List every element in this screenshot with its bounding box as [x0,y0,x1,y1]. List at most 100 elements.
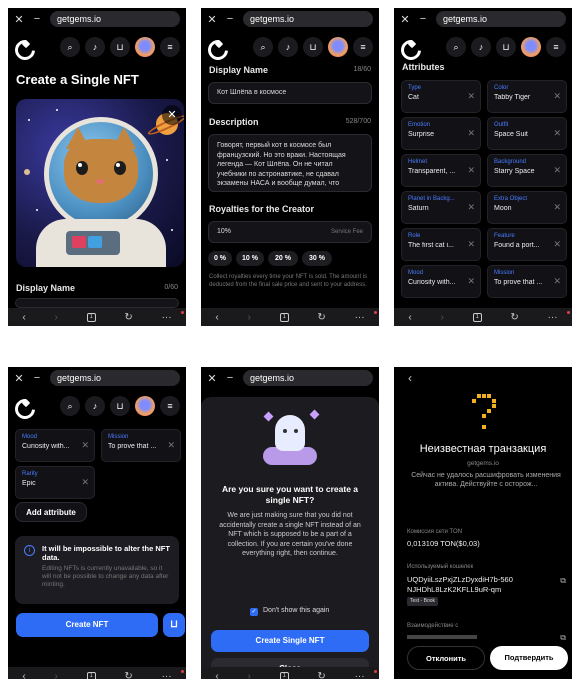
remove-icon[interactable]: ✕ [553,202,561,213]
forward-icon[interactable]: › [248,312,251,323]
remove-icon[interactable]: ✕ [553,128,561,139]
bell-icon[interactable]: ♪ [85,37,105,57]
remove-icon[interactable]: ✕ [81,477,89,488]
close-tab-icon[interactable]: ✕ [207,13,217,26]
menu-icon[interactable]: ≡ [353,37,373,57]
minimize-icon[interactable]: − [225,13,235,25]
minimize-icon[interactable]: − [225,372,235,384]
decline-button[interactable]: Отклонить [407,646,485,670]
remove-icon[interactable]: ✕ [467,239,475,250]
avatar[interactable] [135,37,155,57]
url-field[interactable]: getgems.io [243,370,373,386]
create-nft-button[interactable]: Create NFT [16,613,158,637]
search-icon[interactable]: ⌕ [253,37,273,57]
attribute-chip[interactable]: Planet in Backg... Saturn ✕ [401,191,481,224]
minimize-icon[interactable]: − [32,372,42,384]
reload-icon[interactable]: ↻ [124,671,132,679]
checkbox[interactable]: ✓ [250,608,258,616]
menu-icon[interactable]: ≡ [160,396,180,416]
remove-icon[interactable]: ✕ [553,276,561,287]
attribute-chip[interactable]: Feature Found a port... ✕ [487,228,567,261]
menu-icon[interactable]: ≡ [546,37,566,57]
remove-icon[interactable]: ✕ [467,91,475,102]
create-single-nft-button[interactable]: Create Single NFT [211,630,369,652]
close-tab-icon[interactable]: ✕ [14,13,24,26]
more-icon[interactable]: ··· [162,671,172,679]
getgems-logo-icon[interactable] [14,397,32,415]
confirm-button[interactable]: Подтвердить [490,646,568,670]
display-name-input[interactable] [15,298,179,308]
remove-icon[interactable]: ✕ [81,440,89,451]
description-input[interactable]: Говорят, первый кот в космосе был францу… [208,134,372,192]
forward-icon[interactable]: › [441,312,444,323]
forward-icon[interactable]: › [55,312,58,323]
royalty-pill-20[interactable]: 20 % [268,251,298,266]
cart-icon[interactable]: ⊔ [110,37,130,57]
bell-icon[interactable]: ♪ [85,396,105,416]
avatar[interactable] [328,37,348,57]
attribute-chip[interactable]: Rarity Epic ✕ [15,466,95,499]
forward-icon[interactable]: › [248,671,251,679]
attribute-chip[interactable]: Mood Curiosity with... ✕ [401,265,481,298]
cart-icon[interactable]: ⊔ [303,37,323,57]
copy-icon[interactable]: ⧉ [560,576,566,586]
bell-icon[interactable]: ♪ [471,37,491,57]
remove-icon[interactable]: ✕ [467,128,475,139]
royalty-input[interactable]: 10% Service Fee [208,221,372,243]
add-attribute-button[interactable]: Add attribute [15,502,87,522]
attribute-chip[interactable]: Helmet Transparent, ... ✕ [401,154,481,187]
forward-icon[interactable]: › [55,671,58,679]
minimize-icon[interactable]: − [418,13,428,25]
reload-icon[interactable]: ↻ [124,312,132,323]
reload-icon[interactable]: ↻ [510,312,518,323]
attribute-chip[interactable]: Mission To prove that ... ✕ [101,429,181,462]
attribute-chip[interactable]: Outfit Space Suit ✕ [487,117,567,150]
copy-icon[interactable]: ⧉ [560,633,566,643]
attribute-chip[interactable]: Role The first cat i... ✕ [401,228,481,261]
attribute-chip[interactable]: Color Tabby Tiger ✕ [487,80,567,113]
attribute-chip[interactable]: Type Cat ✕ [401,80,481,113]
remove-icon[interactable]: ✕ [553,239,561,250]
close-tab-icon[interactable]: ✕ [400,13,410,26]
back-icon[interactable]: ‹ [215,671,218,679]
bell-icon[interactable]: ♪ [278,37,298,57]
tabs-icon[interactable]: 1 [279,671,289,679]
royalty-pill-0[interactable]: 0 % [208,251,232,266]
remove-icon[interactable]: ✕ [553,91,561,102]
search-icon[interactable]: ⌕ [60,37,80,57]
avatar[interactable] [135,396,155,416]
attribute-chip[interactable]: Mood Curiosity with... ✕ [15,429,95,462]
back-icon[interactable]: ‹ [22,671,25,679]
back-icon[interactable]: ‹ [408,371,412,385]
tabs-icon[interactable]: 1 [86,671,96,679]
getgems-logo-icon[interactable] [400,38,418,56]
close-tab-icon[interactable]: ✕ [207,372,217,385]
remove-icon[interactable]: ✕ [467,165,475,176]
search-icon[interactable]: ⌕ [446,37,466,57]
remove-icon[interactable]: ✕ [467,276,475,287]
remove-icon[interactable]: ✕ [467,202,475,213]
tabs-icon[interactable]: 1 [279,312,289,322]
minimize-icon[interactable]: − [32,13,42,25]
more-icon[interactable]: ··· [355,312,365,323]
attribute-chip[interactable]: Mission To prove that ... ✕ [487,265,567,298]
url-field[interactable]: getgems.io [50,370,180,386]
reload-icon[interactable]: ↻ [317,312,325,323]
remove-icon[interactable]: ✕ [167,440,175,451]
cart-icon[interactable]: ⊔ [496,37,516,57]
remove-icon[interactable]: ✕ [553,165,561,176]
more-icon[interactable]: ··· [548,312,558,323]
menu-icon[interactable]: ≡ [160,37,180,57]
royalty-pill-30[interactable]: 30 % [302,251,332,266]
getgems-logo-icon[interactable] [207,38,225,56]
royalty-pill-10[interactable]: 10 % [236,251,264,266]
back-icon[interactable]: ‹ [215,312,218,323]
getgems-logo-icon[interactable] [14,38,32,56]
more-icon[interactable]: ··· [162,312,172,323]
url-field[interactable]: getgems.io [243,11,373,27]
more-icon[interactable]: ··· [355,671,365,679]
back-icon[interactable]: ‹ [22,312,25,323]
reload-icon[interactable]: ↻ [317,671,325,679]
attribute-chip[interactable]: Background Starry Space ✕ [487,154,567,187]
remove-image-icon[interactable]: ✕ [162,105,182,125]
